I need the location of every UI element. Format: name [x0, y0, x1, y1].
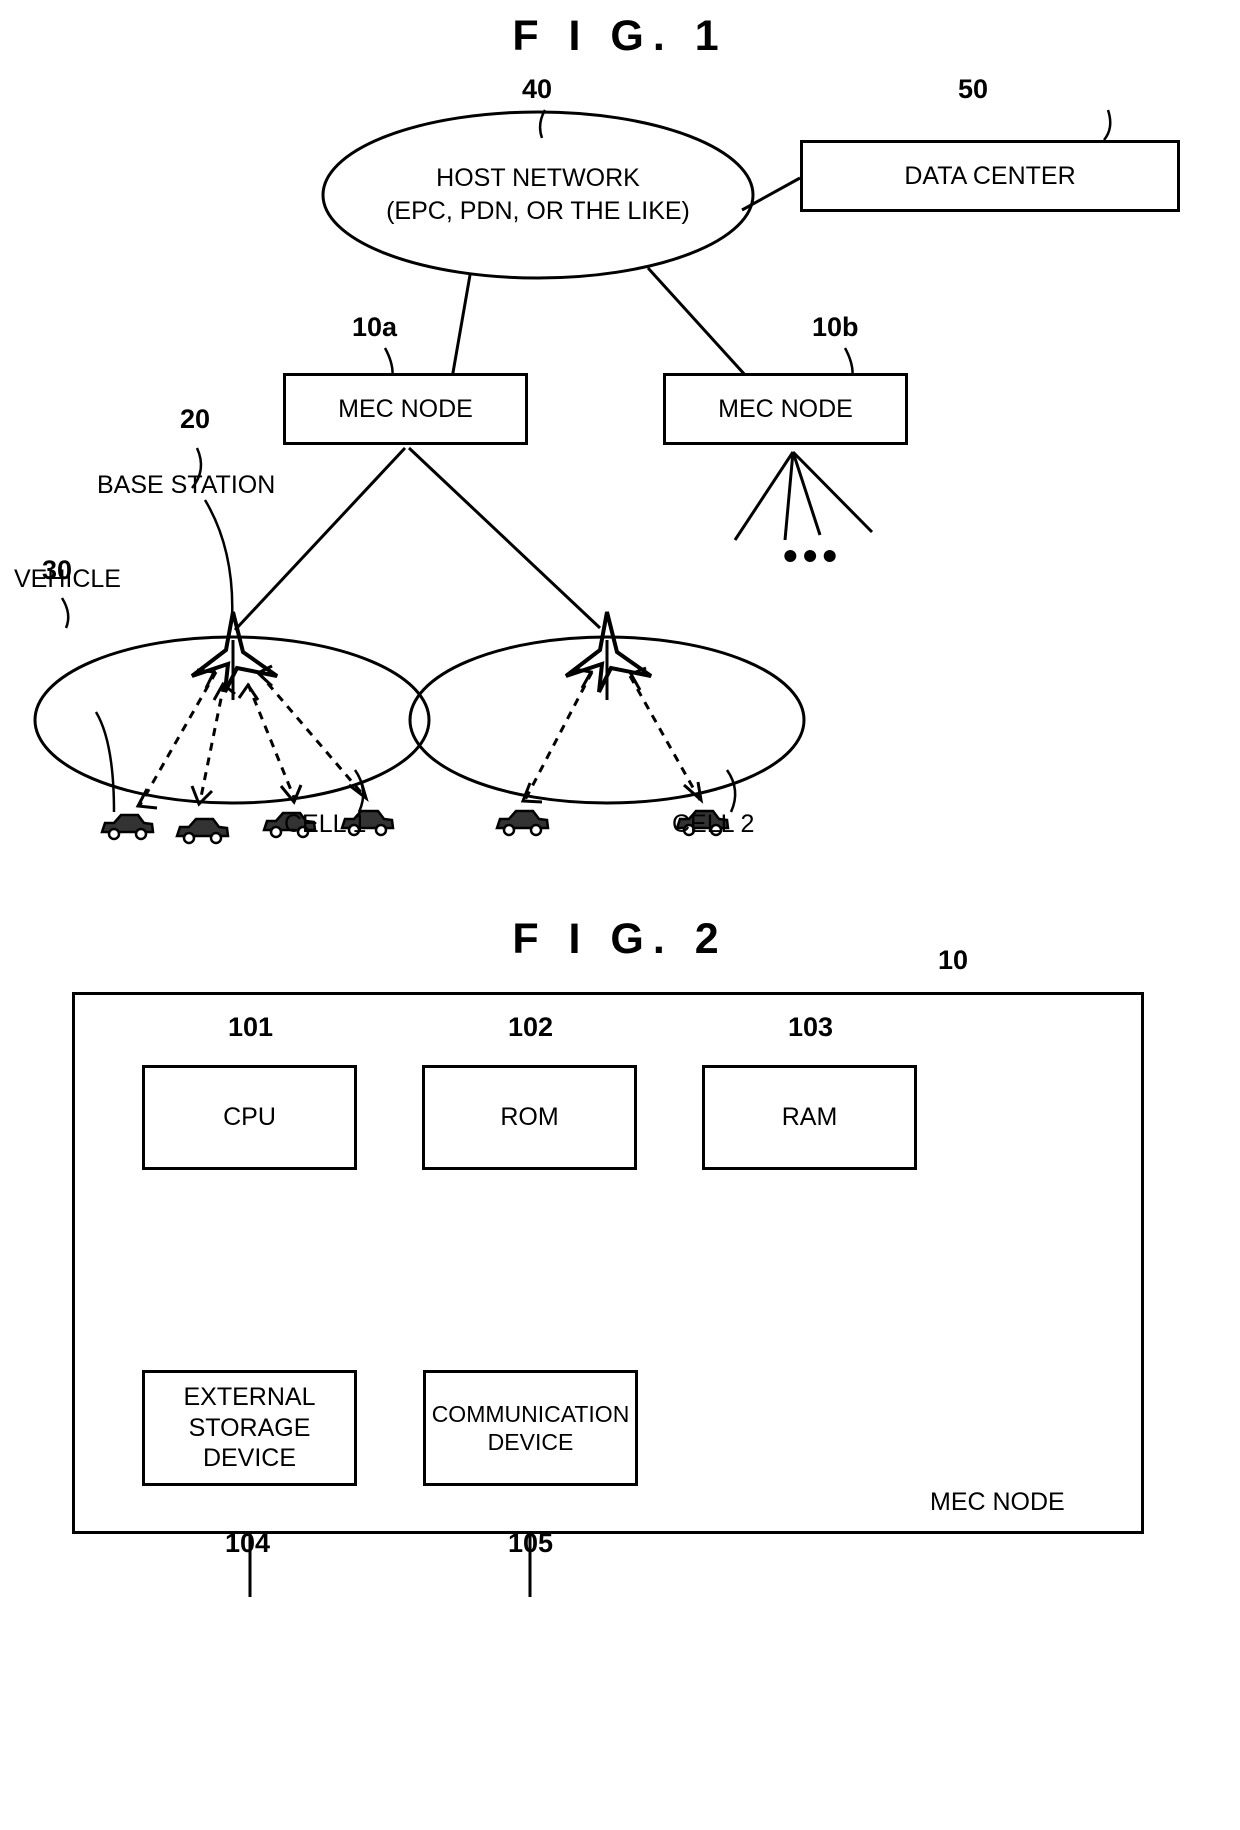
cell-1-label: CELL 1	[284, 810, 367, 838]
link-mec-a-bs2	[407, 446, 602, 630]
ref-103: 103	[788, 1012, 834, 1042]
communication-device-box[interactable]: COMMUNICATION DEVICE	[423, 1370, 638, 1486]
cell-2-label: CELL 2	[672, 810, 755, 838]
rom-label: ROM	[500, 1103, 559, 1132]
ref-10-fig2: 10	[938, 945, 969, 975]
ram-label: RAM	[781, 1103, 838, 1132]
figure-2-title: F I G. 2	[512, 915, 728, 963]
host-network-label: HOST NETWORK (EPC, PDN, OR THE LIKE)	[338, 162, 738, 227]
mec-node-b-label: MEC NODE	[718, 394, 853, 423]
communication-device-label: COMMUNICATION DEVICE	[431, 1400, 630, 1455]
leader-30	[60, 597, 70, 629]
ref-105: 105	[508, 1528, 554, 1558]
mec-node-outer-label: MEC NODE	[930, 1488, 1065, 1516]
host-network-line2: (EPC, PDN, OR THE LIKE)	[386, 196, 690, 225]
cell-2-radio-links	[523, 671, 702, 801]
ref-20: 20	[180, 404, 211, 434]
mec-node-a-box[interactable]: MEC NODE	[283, 373, 528, 445]
cell-1-arrowheads	[135, 664, 369, 810]
cpu-label: CPU	[223, 1103, 276, 1132]
ref-10b: 10b	[812, 312, 859, 342]
base-station-tower-1	[190, 611, 279, 700]
ram-box[interactable]: RAM	[702, 1065, 917, 1170]
mec-node-a-label: MEC NODE	[338, 394, 473, 423]
leader-40	[538, 109, 547, 139]
ref-104: 104	[225, 1528, 271, 1558]
host-network-line1: HOST NETWORK	[436, 164, 640, 192]
leader-20b	[203, 499, 234, 621]
vehicle-icon	[175, 817, 230, 845]
rom-box[interactable]: ROM	[422, 1065, 637, 1170]
leader-30b	[94, 711, 116, 813]
mec-node-b-ellipsis: •••	[783, 532, 843, 579]
data-center-label: DATA CENTER	[904, 161, 1076, 190]
mec-node-b-box[interactable]: MEC NODE	[663, 373, 908, 445]
leader-50	[1103, 109, 1112, 141]
external-storage-device-box[interactable]: EXTERNAL STORAGE DEVICE	[142, 1370, 357, 1486]
link-mec-b-fan-1	[733, 451, 795, 541]
patent-figure-page: F I G. 1 HOST NETWORK (EPC, PDN, OR THE …	[0, 0, 1240, 1830]
ref-101: 101	[228, 1012, 274, 1042]
data-center-box[interactable]: DATA CENTER	[800, 140, 1180, 212]
base-station-label: BASE STATION	[97, 471, 276, 499]
vehicle-icon	[100, 813, 155, 841]
ref-50: 50	[958, 74, 989, 104]
external-storage-device-label: EXTERNAL STORAGE DEVICE	[183, 1383, 316, 1473]
ref-10a: 10a	[352, 312, 398, 342]
vehicle-icons	[100, 809, 730, 845]
ref-102: 102	[508, 1012, 554, 1042]
ref-30: 30	[42, 555, 73, 585]
cpu-box[interactable]: CPU	[142, 1065, 357, 1170]
leader-cell-2	[725, 769, 737, 813]
link-mec-b-fan-2	[783, 451, 795, 541]
cell-2-arrowheads	[520, 666, 704, 804]
ref-40: 40	[522, 74, 553, 104]
vehicle-icon	[495, 809, 550, 837]
